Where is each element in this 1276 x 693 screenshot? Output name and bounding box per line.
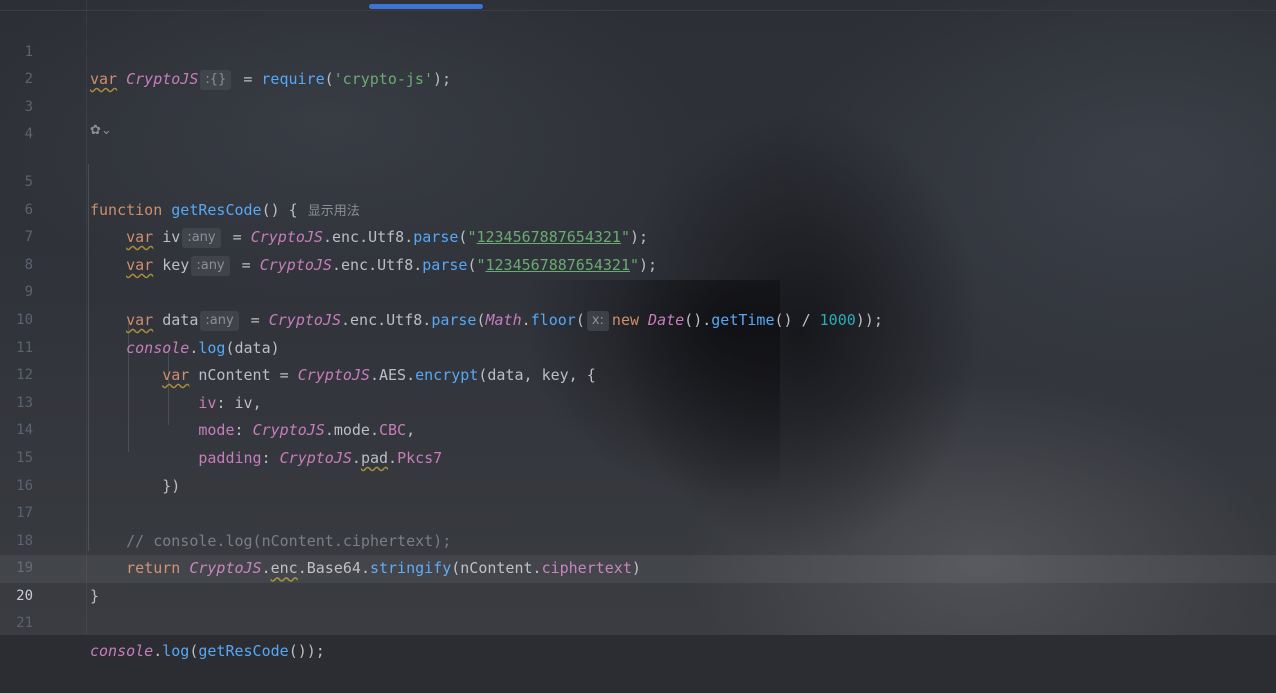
code-line[interactable]: 21 console.log(getResCode()); bbox=[0, 583, 1276, 660]
code-line[interactable]: 6 var iv:any = CryptoJS.enc.Utf8.parse("… bbox=[0, 169, 1276, 249]
code-line[interactable]: 17 // console.log(nContent.ciphertext); bbox=[0, 473, 1276, 550]
code-line[interactable]: 12 iv: iv, bbox=[0, 335, 1276, 412]
code-line[interactable]: 15 }) bbox=[0, 417, 1276, 495]
code-line[interactable]: 13 mode: CryptoJS.mode.CBC, bbox=[0, 362, 1276, 440]
code-line[interactable]: 9 var data:any = CryptoJS.enc.Utf8.parse… bbox=[0, 252, 1276, 331]
code-line[interactable]: 8 bbox=[0, 224, 1276, 273]
code-line[interactable]: 11 var nContent = CryptoJS.AES.encrypt(d… bbox=[0, 307, 1276, 385]
code-line-current[interactable]: 20 bbox=[0, 555, 1276, 604]
code-line[interactable]: 3 bbox=[0, 66, 1276, 115]
editor-top-bar bbox=[0, 0, 1276, 11]
code-line[interactable]: 19 } bbox=[0, 528, 1276, 605]
horizontal-scroll-thumb[interactable] bbox=[369, 4, 483, 9]
line-number[interactable]: 21 bbox=[0, 610, 33, 638]
code-line[interactable]: 2 bbox=[0, 39, 1276, 87]
ai-assistant-icon[interactable]: ✿⌄ bbox=[90, 121, 112, 141]
code-line[interactable]: 4 bbox=[0, 94, 1276, 142]
code-line[interactable]: 1 var CryptoJS:{} = require('crypto-js')… bbox=[0, 11, 1276, 91]
code-line[interactable]: 7 var key:any = CryptoJS.enc.Utf8.parse(… bbox=[0, 197, 1276, 276]
code-line[interactable]: 10 console.log(data) bbox=[0, 279, 1276, 357]
code-line[interactable]: 16 bbox=[0, 445, 1276, 494]
code-line[interactable]: 5 function getResCode() {显示用法 bbox=[0, 141, 1276, 219]
code-editor[interactable]: 1 var CryptoJS:{} = require('crypto-js')… bbox=[0, 11, 1276, 660]
inlay-row: ✿⌄ bbox=[0, 121, 1276, 141]
code-line[interactable]: 14 padding: CryptoJS.pad.Pkcs7 bbox=[0, 390, 1276, 467]
code-line[interactable]: 18 return CryptoJS.enc.Base64.stringify(… bbox=[0, 500, 1276, 578]
